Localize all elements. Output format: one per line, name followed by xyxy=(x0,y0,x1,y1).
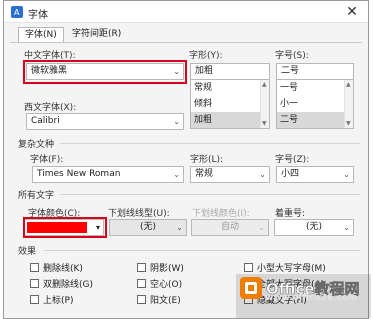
scrollbar[interactable]: ▲ ▼ xyxy=(260,80,269,128)
emphasis-value: (无) xyxy=(305,222,323,232)
western-font-select[interactable]: Calibri ⌄ xyxy=(26,113,184,130)
size-label: 字号(S): xyxy=(275,51,309,61)
app-icon: A xyxy=(11,6,23,18)
underline-color-select: 自动 ⌄ xyxy=(191,219,269,236)
chevron-down-icon: ⌄ xyxy=(258,223,265,232)
svg-text:A: A xyxy=(14,8,20,17)
checkbox-superscript[interactable]: 上标(P) xyxy=(30,293,73,306)
checkbox-shadow[interactable]: 阴影(W) xyxy=(137,261,184,274)
scrollbar[interactable]: ▲ ▼ xyxy=(344,80,353,128)
complex-style-value: 常规 xyxy=(195,169,214,179)
scroll-down-icon[interactable]: ▼ xyxy=(346,120,351,127)
emphasis-label: 着重号: xyxy=(275,209,306,219)
scroll-up-icon[interactable]: ▲ xyxy=(346,81,351,88)
list-item[interactable]: 倾斜 xyxy=(191,96,269,112)
underline-style-label: 下划线线型(U): xyxy=(108,209,170,219)
chevron-down-icon: ⌄ xyxy=(343,223,350,232)
complex-size-select[interactable]: 小四 ⌄ xyxy=(276,166,354,183)
complex-size-label: 字号(Z): xyxy=(275,155,310,165)
western-font-value: Calibri xyxy=(31,116,60,126)
underline-color-value: 自动 xyxy=(220,222,239,232)
title-bar: A 字体 ✕ xyxy=(4,1,368,23)
list-item-selected[interactable]: 加粗 xyxy=(191,112,269,128)
dialog-title: 字体 xyxy=(28,10,48,21)
style-input[interactable]: 加粗 xyxy=(190,63,270,80)
checkbox-box[interactable] xyxy=(137,279,146,288)
tab-font[interactable]: 字体(N) xyxy=(18,27,64,43)
complex-style-select[interactable]: 常规 ⌄ xyxy=(190,166,270,183)
close-button[interactable]: ✕ xyxy=(344,4,360,20)
scroll-up-icon[interactable]: ▲ xyxy=(262,81,267,88)
chevron-down-icon: ⌄ xyxy=(173,117,180,126)
tab-char-spacing[interactable]: 字符间距(R) xyxy=(66,27,127,43)
highlight-box-chinese-font xyxy=(23,60,187,84)
checkbox-box[interactable] xyxy=(30,295,39,304)
highlight-box-font-color xyxy=(23,217,107,238)
watermark-url: www.office26.com xyxy=(265,293,358,303)
size-input-value: 二号 xyxy=(281,66,300,76)
scroll-down-icon[interactable]: ▼ xyxy=(262,120,267,127)
underline-style-value: (无) xyxy=(139,222,157,232)
style-list[interactable]: 常规 倾斜 加粗 ▲ ▼ xyxy=(190,80,270,129)
emphasis-select[interactable]: (无) ⌄ xyxy=(274,219,354,236)
list-item-selected[interactable]: 二号 xyxy=(277,112,353,128)
list-item[interactable]: 小一 xyxy=(277,96,353,112)
size-input[interactable]: 二号 xyxy=(276,63,354,80)
style-label: 字形(Y): xyxy=(189,51,223,61)
complex-size-value: 小四 xyxy=(281,169,300,179)
style-input-value: 加粗 xyxy=(195,66,214,76)
complex-style-label: 字形(L): xyxy=(190,155,224,165)
underline-color-label: 下划线颜色(I): xyxy=(192,209,250,219)
complex-font-value: Times New Roman xyxy=(37,169,121,179)
checkbox-box[interactable] xyxy=(137,295,146,304)
chevron-down-icon: ⌄ xyxy=(343,170,350,179)
chevron-down-icon: ⌄ xyxy=(173,170,180,179)
section-divider xyxy=(60,143,360,144)
size-list[interactable]: 一号 小一 二号 ▲ ▼ xyxy=(276,80,354,129)
list-item[interactable]: 常规 xyxy=(191,80,269,96)
tab-divider xyxy=(10,42,362,43)
western-font-label: 西文字体(X): xyxy=(24,103,77,113)
list-item[interactable]: 一号 xyxy=(277,80,353,96)
section-effects: 效果 xyxy=(18,247,37,257)
complex-font-select[interactable]: Times New Roman ⌄ xyxy=(32,166,184,183)
section-divider xyxy=(44,250,360,251)
checkbox-emboss[interactable]: 阳文(E) xyxy=(137,293,181,306)
section-complex: 复杂文种 xyxy=(18,140,55,150)
checkbox-outline[interactable]: 空心(O) xyxy=(137,277,182,290)
checkbox-double-strikethrough[interactable]: 双删除线(G) xyxy=(30,277,93,290)
section-all-text: 所有文字 xyxy=(18,191,55,201)
section-divider xyxy=(60,194,360,195)
checkbox-box[interactable] xyxy=(137,263,146,272)
checkbox-box[interactable] xyxy=(30,279,39,288)
complex-font-label: 字体(F): xyxy=(30,155,64,165)
checkbox-box[interactable] xyxy=(30,263,39,272)
underline-style-select[interactable]: (无) ⌄ xyxy=(109,219,187,236)
chevron-down-icon: ⌄ xyxy=(176,223,183,232)
checkbox-strikethrough[interactable]: 删除线(K) xyxy=(30,261,83,274)
chevron-down-icon: ⌄ xyxy=(259,170,266,179)
